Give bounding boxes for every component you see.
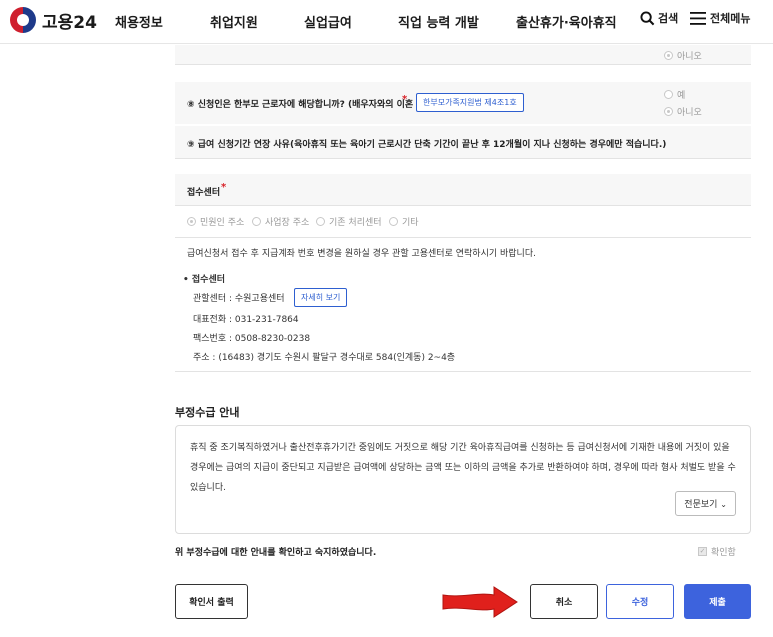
q9-row: ⑨ 급여 신청기간 연장 사유(육아휴직 또는 육아기 근로시간 단축 기간이 … [175,126,751,158]
required-mark: * [402,94,408,105]
center-radio-existing-center[interactable]: 기존 처리센터 [316,215,382,228]
q8-text: ⑧ 신청인은 한부모 근로자에 해당합니까? (배우자와의 이혼 등) [187,100,429,110]
nav-jobs[interactable]: 채용정보 [115,12,163,31]
radio-label: 사업장 주소 [265,218,310,228]
account-change-notice: 급여신청서 접수 후 지급계좌 번호 변경을 원하실 경우 관할 고용센터로 연… [187,249,536,259]
red-arrow-icon [442,586,518,618]
search-label: 검색 [658,12,679,25]
q8-radio-yes[interactable]: 예 [664,88,685,101]
radio-label: 기존 처리센터 [329,218,382,228]
divider [175,237,751,238]
radio-label: 기타 [402,218,419,228]
chevron-down-icon: ⌄ [720,500,727,509]
q8-radio-no[interactable]: 아니오 [664,105,702,118]
nav-maternity-leave[interactable]: 출산휴가·육아휴직 [516,12,617,31]
submit-button[interactable]: 제출 [684,584,751,619]
center-options-row: 민원인 주소 사업장 주소 기존 처리센터 기타 [175,212,751,230]
checkbox-label: 확인함 [711,548,736,558]
radio-selected-icon [187,217,196,226]
radio-label: 민원인 주소 [200,218,245,228]
view-full-text-label: 전문보기 [684,500,718,510]
radio-selected-icon [664,51,673,60]
nav-unemployment-benefit[interactable]: 실업급여 [304,12,352,31]
radio-label: 아니오 [677,108,702,118]
required-mark: * [221,182,227,193]
all-menu-label: 전체메뉴 [710,12,751,25]
previous-question-row: 아니오 [175,45,751,64]
nav-employment-support[interactable]: 취업지원 [210,12,258,31]
jurisdiction-center: 관할센터 : 수원고용센터 [193,294,285,304]
edit-button[interactable]: 수정 [606,584,674,619]
center-detail-button[interactable]: 자세히 보기 [294,288,348,307]
prev-radio-no[interactable]: 아니오 [664,49,702,62]
fraud-section-title: 부정수급 안내 [175,406,240,419]
fraud-notice-line-3: 있습니다. [190,483,226,493]
radio-icon [664,90,673,99]
checkbox-checked-icon: ✓ [698,547,707,556]
divider [175,64,751,65]
fraud-confirm-checkbox[interactable]: ✓ 확인함 [698,545,736,558]
center-fax: 팩스번호 : 0508-8230-0238 [193,334,311,344]
fraud-confirm-text: 위 부정수급에 대한 안내를 확인하고 숙지하였습니다. [175,548,377,558]
print-confirmation-button[interactable]: 확인서 출력 [175,584,248,619]
fraud-notice-line-2: 경우에는 급여의 지급이 중단되고 지급받은 급여액에 상당하는 금액 또는 이… [190,463,736,473]
q9-text: ⑨ 급여 신청기간 연장 사유(육아휴직 또는 육아기 근로시간 단축 기간이 … [187,140,667,150]
radio-icon [389,217,398,226]
radio-label: 예 [677,91,686,101]
logo-emblem-icon [10,7,36,33]
site-logo[interactable]: 고용24 [10,7,97,33]
center-label: 접수센터 [187,188,221,198]
center-label-row: 접수센터 * [175,174,751,205]
nav-skills-development[interactable]: 직업 능력 개발 [398,12,479,31]
search-button[interactable]: 검색 [640,10,678,26]
center-phone: 대표전화 : 031-231-7864 [193,315,299,325]
radio-icon [316,217,325,226]
cancel-button[interactable]: 취소 [530,584,598,619]
search-icon [640,10,655,25]
center-info-title: • 접수센터 [183,275,226,285]
fraud-notice-line-1: 휴직 중 조기복직하였거나 출산전후휴가기간 중임에도 거짓으로 해당 기간 육… [190,443,730,453]
divider [175,371,751,372]
center-radio-workplace-address[interactable]: 사업장 주소 [252,215,309,228]
radio-selected-icon [664,107,673,116]
center-info-title-text: 접수센터 [191,275,226,285]
center-radio-other[interactable]: 기타 [389,215,419,228]
law-reference-button[interactable]: 한부모가족지원법 제4조1호 [416,93,524,112]
radio-icon [252,217,261,226]
logo-text: 고용24 [42,12,97,33]
hamburger-icon [690,11,706,25]
center-radio-resident-address[interactable]: 민원인 주소 [187,215,244,228]
center-address: 주소 : (16483) 경기도 수원시 팔달구 경수대로 584(인계동) 2… [193,353,456,363]
radio-label: 아니오 [677,52,702,62]
divider [175,205,751,206]
view-full-text-button[interactable]: 전문보기 ⌄ [675,491,736,516]
q8-row: ⑧ 신청인은 한부모 근로자에 해당합니까? (배우자와의 이혼 등) * 한부… [175,82,751,124]
divider [175,158,751,159]
site-header: 고용24 채용정보 취업지원 실업급여 직업 능력 개발 출산휴가·육아휴직 검… [0,0,773,44]
fraud-notice-box: 휴직 중 조기복직하였거나 출산전후휴가기간 중임에도 거짓으로 해당 기간 육… [175,425,751,534]
all-menu-button[interactable]: 전체메뉴 [690,10,750,26]
